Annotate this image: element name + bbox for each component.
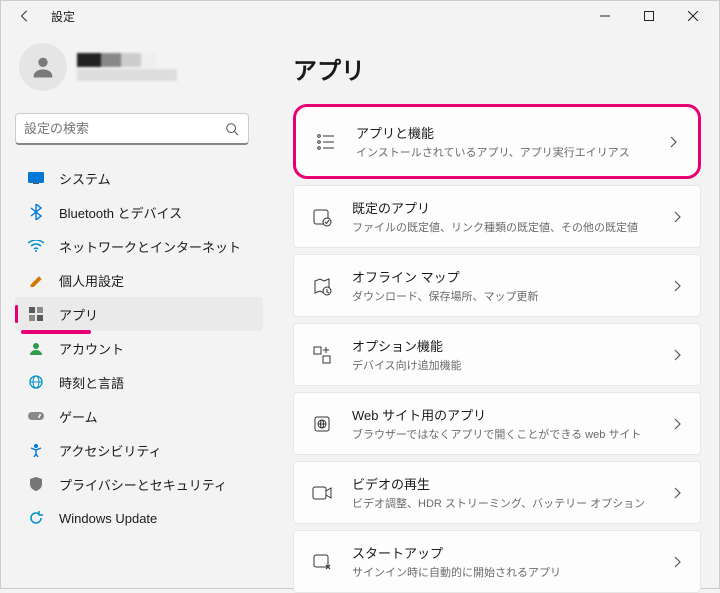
- sidebar-item-gaming[interactable]: ゲーム: [15, 399, 263, 433]
- sidebar-item-label: アカウント: [59, 339, 124, 358]
- network-icon: [27, 237, 45, 255]
- card-desc: ブラウザーではなくアプリで開くことができる web サイト: [352, 426, 670, 442]
- time-language-icon: [27, 373, 45, 391]
- sidebar-item-label: 時刻と言語: [59, 373, 124, 392]
- card-title: アプリと機能: [356, 123, 666, 142]
- card-title: Web サイト用のアプリ: [352, 405, 670, 424]
- sidebar-item-accessibility[interactable]: アクセシビリティ: [15, 433, 263, 467]
- card-startup[interactable]: スタートアップサインイン時に自動的に開始されるアプリ: [293, 530, 701, 593]
- sidebar-item-privacy[interactable]: プライバシーとセキュリティ: [15, 467, 263, 501]
- card-default-apps[interactable]: 既定のアプリファイルの既定値、リンク種類の既定値、その他の既定値: [293, 185, 701, 248]
- user-name-redacted: [77, 53, 157, 67]
- card-desc: サインイン時に自動的に開始されるアプリ: [352, 564, 670, 580]
- apps-icon: [27, 305, 45, 323]
- close-button[interactable]: [671, 1, 715, 31]
- sidebar-item-label: Bluetooth とデバイス: [59, 203, 182, 222]
- startup-icon: [310, 550, 334, 574]
- sidebar-item-system[interactable]: システム: [15, 161, 263, 195]
- card-desc: ファイルの既定値、リンク種類の既定値、その他の既定値: [352, 219, 670, 235]
- settings-window: 設定: [0, 0, 720, 589]
- sidebar-item-label: 個人用設定: [59, 271, 124, 290]
- card-title: ビデオの再生: [352, 474, 670, 493]
- sidebar-item-network[interactable]: ネットワークとインターネット: [15, 229, 263, 263]
- user-email-redacted: [77, 69, 177, 81]
- profile-text: [77, 53, 177, 81]
- accounts-icon: [27, 339, 45, 357]
- sidebar-item-windows-update[interactable]: Windows Update: [15, 501, 263, 535]
- back-button[interactable]: [15, 6, 35, 26]
- card-title: オプション機能: [352, 336, 670, 355]
- chevron-right-icon: [670, 279, 684, 293]
- page-title: アプリ: [293, 51, 701, 86]
- card-desc: インストールされているアプリ、アプリ実行エイリアス: [356, 144, 666, 160]
- sidebar-item-label: プライバシーとセキュリティ: [59, 475, 227, 494]
- sidebar-item-label: ネットワークとインターネット: [59, 237, 241, 256]
- chevron-right-icon: [670, 555, 684, 569]
- card-offline-maps[interactable]: オフライン マップダウンロード、保存場所、マップ更新: [293, 254, 701, 317]
- chevron-right-icon: [670, 486, 684, 500]
- card-video-playback[interactable]: ビデオの再生ビデオ調整、HDR ストリーミング、バッテリー オプション: [293, 461, 701, 524]
- profile-block[interactable]: [15, 43, 263, 91]
- card-optional-features[interactable]: オプション機能デバイス向け追加機能: [293, 323, 701, 386]
- card-title: オフライン マップ: [352, 267, 670, 286]
- avatar: [19, 43, 67, 91]
- card-apps-features[interactable]: アプリと機能インストールされているアプリ、アプリ実行エイリアス: [293, 104, 701, 179]
- search-icon: [224, 121, 240, 137]
- sidebar-item-label: アクセシビリティ: [59, 441, 162, 460]
- chevron-right-icon: [670, 417, 684, 431]
- chevron-right-icon: [670, 348, 684, 362]
- bluetooth-icon: [27, 203, 45, 221]
- sidebar-item-label: ゲーム: [59, 407, 98, 426]
- card-desc: ビデオ調整、HDR ストリーミング、バッテリー オプション: [352, 495, 670, 511]
- main-content: アプリ アプリと機能インストールされているアプリ、アプリ実行エイリアス 既定のア…: [269, 31, 719, 593]
- sidebar-item-personalization[interactable]: 個人用設定: [15, 263, 263, 297]
- apps-websites-icon: [310, 412, 334, 436]
- card-title: 既定のアプリ: [352, 198, 670, 217]
- settings-cards: アプリと機能インストールされているアプリ、アプリ実行エイリアス 既定のアプリファ…: [293, 104, 701, 593]
- sidebar-item-accounts[interactable]: アカウント: [15, 331, 263, 365]
- sidebar-item-bluetooth[interactable]: Bluetooth とデバイス: [15, 195, 263, 229]
- offline-maps-icon: [310, 274, 334, 298]
- sidebar-item-label: システム: [59, 169, 111, 188]
- chevron-right-icon: [670, 210, 684, 224]
- titlebar: 設定: [1, 1, 719, 31]
- sidebar-item-label: Windows Update: [59, 511, 157, 526]
- sidebar-item-label: アプリ: [59, 305, 98, 324]
- privacy-icon: [27, 475, 45, 493]
- window-title: 設定: [51, 8, 75, 25]
- apps-features-icon: [314, 130, 338, 154]
- card-desc: デバイス向け追加機能: [352, 357, 670, 373]
- search-box[interactable]: [15, 113, 249, 145]
- chevron-right-icon: [666, 135, 680, 149]
- system-icon: [27, 169, 45, 187]
- default-apps-icon: [310, 205, 334, 229]
- card-desc: ダウンロード、保存場所、マップ更新: [352, 288, 670, 304]
- windows-update-icon: [27, 509, 45, 527]
- optional-features-icon: [310, 343, 334, 367]
- sidebar: システム Bluetooth とデバイス ネットワークとインターネット 個人用設…: [1, 31, 269, 593]
- video-playback-icon: [310, 481, 334, 505]
- nav-list: システム Bluetooth とデバイス ネットワークとインターネット 個人用設…: [15, 161, 263, 535]
- search-input[interactable]: [24, 121, 224, 136]
- accessibility-icon: [27, 441, 45, 459]
- sidebar-item-apps[interactable]: アプリ: [15, 297, 263, 331]
- maximize-button[interactable]: [627, 1, 671, 31]
- card-apps-for-websites[interactable]: Web サイト用のアプリブラウザーではなくアプリで開くことができる web サイ…: [293, 392, 701, 455]
- personalization-icon: [27, 271, 45, 289]
- card-title: スタートアップ: [352, 543, 670, 562]
- minimize-button[interactable]: [583, 1, 627, 31]
- sidebar-item-time-language[interactable]: 時刻と言語: [15, 365, 263, 399]
- gaming-icon: [27, 407, 45, 425]
